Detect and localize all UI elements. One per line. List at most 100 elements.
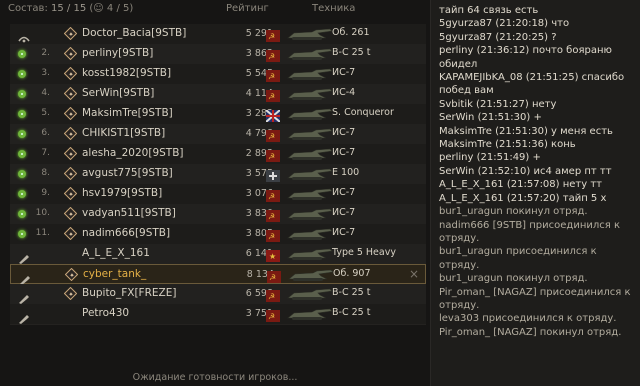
rating-column-header[interactable]: Рейтинг <box>226 3 269 14</box>
svg-text:✦: ✦ <box>68 50 74 58</box>
ussr-flag-icon: ☭ <box>266 207 280 222</box>
player-row[interactable]: ✦ Bupito_FX[FREZE] 6 598 ☭ B-C 25 t <box>10 284 426 305</box>
vehicle-column-header[interactable]: Техника <box>312 3 355 14</box>
svg-text:★: ★ <box>269 252 276 261</box>
chat-message: побед вам <box>439 85 494 97</box>
player-name[interactable]: Petro430 <box>82 307 129 319</box>
clan-badge-icon: ✦ <box>64 147 77 160</box>
vehicle-name: Type 5 Heavy <box>332 247 396 258</box>
tank-icon <box>282 226 338 242</box>
chat-message: SerWin (21:51:30) + <box>439 112 542 124</box>
player-row[interactable]: ✦ Doctor_Bacia[9STB] 5 291 ☭ Об. 261 <box>10 24 426 45</box>
close-icon[interactable]: × <box>409 267 419 281</box>
chat-message: perliny (21:51:49) + <box>439 152 541 164</box>
player-index: 4. <box>41 88 50 98</box>
vehicle-name: E 100 <box>332 167 360 178</box>
svg-text:✦: ✦ <box>68 210 74 218</box>
svg-text:✦: ✦ <box>68 130 74 138</box>
player-index: 6. <box>41 128 50 138</box>
player-row[interactable]: 9. ✦ hsv1979[9STB] 3 076 ☭ ИС-7 <box>10 184 426 205</box>
svg-text:☭: ☭ <box>268 212 275 221</box>
waiting-status: Ожидание готовности игроков... <box>132 372 298 383</box>
svg-text:☭: ☭ <box>268 132 275 141</box>
chat-message: MaksimTre (21:51:30) у меня есть <box>439 125 613 137</box>
player-name[interactable]: kosst1982[9STB] <box>82 67 171 79</box>
svg-text:☭: ☭ <box>268 232 275 241</box>
clan-badge-icon: ✦ <box>65 268 78 281</box>
chat-message: Pir_oman_ [NAGAZ] присоединился к <box>439 286 631 298</box>
svg-text:☭: ☭ <box>268 152 275 161</box>
player-row[interactable]: 6. ✦ CHIKIST1[9STB] 4 798 ☭ ИС-7 <box>10 124 426 145</box>
player-name[interactable]: avgust775[9STB] <box>82 167 173 179</box>
chat-message: Svbitik (21:51:27) нету <box>439 98 557 110</box>
player-name[interactable]: Bupito_FX[FREZE] <box>82 287 176 299</box>
chat-message: bur1_uragun присоединился к <box>439 246 597 258</box>
svg-text:☭: ☭ <box>268 292 275 301</box>
player-name[interactable]: hsv1979[9STB] <box>82 187 162 199</box>
ready-status-icon <box>18 230 26 238</box>
player-row[interactable]: 7. ✦ alesha_2020[9STB] 2 893 ☭ ИС-7 <box>10 144 426 165</box>
svg-text:✦: ✦ <box>68 70 74 78</box>
vehicle-name: B-C 25 t <box>332 307 371 318</box>
vehicle-name: Об. 907 <box>333 268 371 279</box>
clan-badge-icon: ✦ <box>64 167 77 180</box>
player-name[interactable]: perliny[9STB] <box>82 47 153 59</box>
player-row[interactable]: 8. ✦ avgust775[9STB] 3 575 E 100 <box>10 164 426 185</box>
svg-text:✦: ✦ <box>68 150 74 158</box>
vehicle-name: ИС-7 <box>332 227 356 238</box>
player-name[interactable]: alesha_2020[9STB] <box>82 147 184 159</box>
chat-message: bur1_uragun покинул отряд. <box>439 273 588 285</box>
player-index: 8. <box>41 168 50 178</box>
player-row[interactable]: 4. ✦ SerWin[9STB] 4 114 ☭ ИС-4 <box>10 84 426 105</box>
clan-badge-icon: ✦ <box>64 187 77 200</box>
commander-icon <box>18 29 30 43</box>
player-row[interactable]: 5. ✦ MaksimTre[9STB] 3 282 S. Conqueror <box>10 104 426 125</box>
svg-text:☭: ☭ <box>268 52 275 61</box>
tank-icon <box>282 206 338 222</box>
player-row[interactable]: 2. ✦ perliny[9STB] 3 862 ☭ B-C 25 t <box>10 44 426 65</box>
player-row[interactable]: Petro430 3 751 ☭ B-C 25 t <box>10 304 426 325</box>
player-row[interactable]: 10. ✦ vadyan511[9STB] 3 830 ☭ ИС-7 <box>10 204 426 225</box>
clan-badge-icon: ✦ <box>64 127 77 140</box>
roster-header: Состав: 15 / 15 (☺ 4 / 5) Рейтинг Техник… <box>0 0 430 20</box>
player-row[interactable]: 3. ✦ kosst1982[9STB] 5 545 ☭ ИС-7 <box>10 64 426 85</box>
chat-message: perliny (21:36:12) почто бояраню <box>439 45 612 57</box>
ready-status-icon <box>18 110 26 118</box>
tank-icon <box>282 166 338 182</box>
player-name[interactable]: SerWin[9STB] <box>82 87 154 99</box>
player-row[interactable]: A_L_E_X_161 6 141 ★ Type 5 Heavy <box>10 244 426 265</box>
chat-message: MaksimTre (21:51:36) конь <box>439 139 576 151</box>
svg-text:✦: ✦ <box>68 110 74 118</box>
ussr-flag-icon: ☭ <box>266 287 280 302</box>
legionary-icon <box>18 289 30 304</box>
player-name[interactable]: CHIKIST1[9STB] <box>82 127 165 139</box>
ready-status-icon <box>18 190 26 198</box>
player-row[interactable]: ✦ cyber_tank_ 8 134 ☭ Об. 907 × <box>10 264 426 285</box>
svg-text:✦: ✦ <box>68 290 74 298</box>
svg-text:☭: ☭ <box>269 273 276 282</box>
player-name[interactable]: cyber_tank_ <box>83 268 146 280</box>
player-name[interactable]: Doctor_Bacia[9STB] <box>82 27 186 39</box>
legionary-icon <box>18 309 30 324</box>
ussr-flag-icon: ☭ <box>266 87 280 102</box>
chat-message: отряду. <box>439 232 480 244</box>
tank-icon <box>282 46 338 62</box>
player-index: 11. <box>35 228 50 238</box>
chat-message: 5gyurza87 (21:20:25) ? <box>439 31 557 43</box>
player-name[interactable]: nadim666[9STB] <box>82 227 170 239</box>
ready-status-icon <box>18 130 26 138</box>
chat-message: leva303 присоединился к отряду. <box>439 313 617 325</box>
player-name[interactable]: MaksimTre[9STB] <box>82 107 173 119</box>
tank-icon <box>282 106 338 122</box>
ussr-flag-icon: ☭ <box>266 47 280 62</box>
player-name[interactable]: vadyan511[9STB] <box>82 207 176 219</box>
player-row[interactable]: 11. ✦ nadim666[9STB] 3 805 ☭ ИС-7 <box>10 224 426 245</box>
tank-icon <box>283 267 339 283</box>
legionary-icon <box>18 249 30 264</box>
vehicle-name: ИС-4 <box>332 87 356 98</box>
chat-message: обидел <box>439 58 478 70</box>
chat-message: Pir_oman_ [NAGAZ] покинул отряд. <box>439 326 622 338</box>
svg-text:☭: ☭ <box>268 32 275 41</box>
player-name[interactable]: A_L_E_X_161 <box>82 247 150 259</box>
tank-icon <box>282 146 338 162</box>
